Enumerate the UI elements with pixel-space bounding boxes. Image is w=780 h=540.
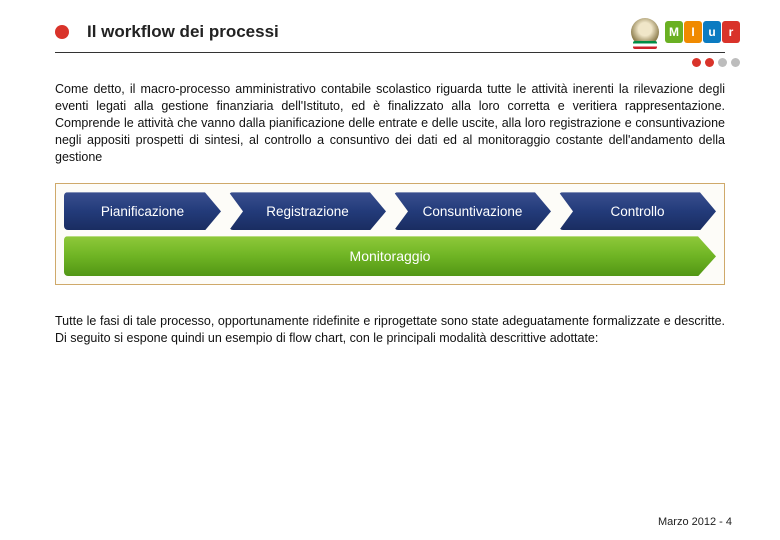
italy-emblem-icon [631,18,659,46]
header-divider [55,52,725,53]
intro-paragraph: Come detto, il macro-processo amministra… [55,81,725,165]
logo-letter: u [703,21,721,43]
step-monitoraggio: Monitoraggio [64,236,716,276]
workflow-steps-row: Pianificazione Registrazione Consuntivaz… [64,192,716,230]
bullet-icon [55,25,69,39]
dot-icon [705,58,714,67]
dot-icon [718,58,727,67]
logo-letter: r [722,21,740,43]
header-branding: M I u r [631,18,740,46]
progress-dots [692,58,740,67]
logo-letter: I [684,21,702,43]
workflow-diagram: Pianificazione Registrazione Consuntivaz… [55,183,725,285]
step-consuntivazione: Consuntivazione [394,192,551,230]
outro-paragraph: Tutte le fasi di tale processo, opportun… [55,313,725,347]
miur-logo: M I u r [665,21,740,43]
slide-title: Il workflow dei processi [87,22,279,42]
dot-icon [731,58,740,67]
step-controllo: Controllo [559,192,716,230]
step-registrazione: Registrazione [229,192,386,230]
step-pianificazione: Pianificazione [64,192,221,230]
dot-icon [692,58,701,67]
slide-footer: Marzo 2012 - 4 [658,516,732,528]
slide-header: Il workflow dei processi M I u r [0,0,780,52]
logo-letter: M [665,21,683,43]
